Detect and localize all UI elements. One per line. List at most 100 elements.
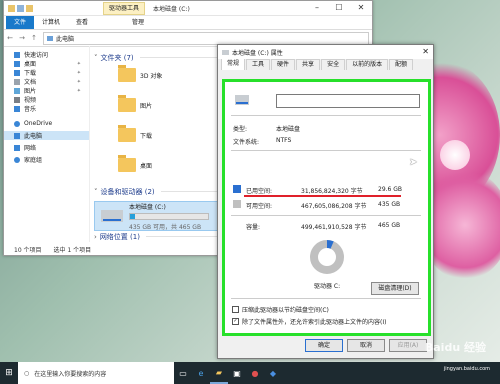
- sidebar-item-pictures[interactable]: 图片 ✦: [4, 86, 89, 95]
- explorer-title: 本地磁盘 (C:): [153, 5, 190, 13]
- drive-name-input[interactable]: [276, 94, 420, 108]
- download-icon: [14, 69, 20, 76]
- folder-icon: [118, 65, 136, 82]
- sidebar-item-label: 音乐: [24, 106, 37, 113]
- file-explorer-taskbar-icon[interactable]: ▰: [210, 362, 228, 384]
- drive-usage-bar: [129, 212, 209, 220]
- tab-general[interactable]: 常规: [221, 58, 246, 70]
- general-tab-panel: 类型: 本地磁盘 文件系统: NTFS 已用空间: 31,856,824,320…: [222, 79, 431, 336]
- tab-previous-versions[interactable]: 以前的版本: [346, 59, 389, 70]
- sidebar-item-homegroup[interactable]: 家庭组: [4, 155, 89, 164]
- divider: [231, 150, 421, 151]
- store-icon[interactable]: ▣: [228, 362, 246, 384]
- sidebar-item-documents[interactable]: 文档 ✦: [4, 77, 89, 86]
- address-text: 此电脑: [56, 35, 75, 43]
- used-space-gb: 29.6 GB: [378, 186, 403, 193]
- index-contents-checkbox[interactable]: ✓: [232, 318, 239, 325]
- filesystem-label: 文件系统:: [233, 139, 260, 146]
- app-icon[interactable]: ●: [246, 362, 264, 384]
- watermark-url: jingyan.baidu.com: [443, 366, 490, 372]
- folder-icon[interactable]: [8, 4, 15, 12]
- capacity-bytes: 499,461,910,528 字节: [301, 224, 367, 231]
- properties-icon[interactable]: [17, 4, 24, 12]
- back-arrow-icon[interactable]: ←: [4, 34, 16, 42]
- edge-browser-icon[interactable]: e: [192, 362, 210, 384]
- type-label: 类型:: [233, 126, 248, 133]
- folder-item-downloads[interactable]: 下载: [118, 125, 152, 142]
- close-icon[interactable]: ✕: [422, 45, 429, 59]
- used-space-bytes: 31,856,824,320 字节: [301, 188, 363, 195]
- filesystem-value: NTFS: [276, 137, 292, 144]
- pin-icon[interactable]: ✦: [77, 79, 81, 85]
- sidebar-item-label: 文档: [24, 79, 37, 86]
- tab-computer[interactable]: 计算机: [34, 16, 68, 29]
- sidebar-item-music[interactable]: 音乐: [4, 104, 89, 113]
- dialog-title-bar: 本地磁盘 (C:) 属性 ✕: [218, 45, 433, 59]
- ribbon-tabs: 文件 计算机 查看 管理: [4, 16, 372, 29]
- drive-letter-label: 驱动器 C:: [314, 283, 341, 290]
- tab-security[interactable]: 安全: [321, 59, 346, 70]
- disk-cleanup-button[interactable]: 磁盘清理(D): [371, 282, 419, 295]
- cancel-button[interactable]: 取消: [347, 339, 385, 352]
- tab-hardware[interactable]: 硬件: [271, 59, 296, 70]
- pin-icon[interactable]: ✦: [77, 61, 81, 67]
- sidebar-item-label: 桌面: [24, 61, 37, 68]
- sidebar-item-onedrive[interactable]: OneDrive: [4, 119, 89, 128]
- navigation-pane: 快速访问 桌面 ✦ 下载 ✦ 文档 ✦ 图片 ✦ 视频 音乐 OneDrive …: [4, 46, 90, 242]
- up-arrow-icon[interactable]: ↑: [28, 34, 40, 42]
- network-icon: [14, 144, 20, 151]
- type-value: 本地磁盘: [276, 126, 301, 133]
- tab-file[interactable]: 文件: [6, 16, 35, 29]
- homegroup-icon: [14, 156, 20, 163]
- address-bar[interactable]: 此电脑: [43, 31, 369, 45]
- used-space-label: 已用空间:: [246, 188, 273, 195]
- taskbar-search-box[interactable]: ○ 在这里输入你要搜索的内容: [18, 362, 174, 384]
- folder-item-pictures[interactable]: 图片: [118, 95, 153, 112]
- flower-center: [440, 140, 470, 170]
- compress-drive-checkbox[interactable]: [232, 306, 239, 313]
- divider: [231, 298, 421, 299]
- sidebar-item-quick-access[interactable]: 快速访问: [4, 50, 89, 59]
- sidebar-item-label: OneDrive: [24, 120, 53, 127]
- task-view-icon[interactable]: ▭: [174, 362, 192, 384]
- chevron-down-icon: ˅: [94, 187, 98, 196]
- sidebar-item-label: 家庭组: [24, 157, 43, 164]
- tab-manage[interactable]: 管理: [124, 16, 152, 29]
- sidebar-item-network[interactable]: 网络: [4, 143, 89, 152]
- sidebar-item-label: 网络: [24, 145, 37, 152]
- sidebar-item-desktop[interactable]: 桌面 ✦: [4, 59, 89, 68]
- folder-item-3d-objects[interactable]: 3D 对象: [118, 65, 162, 82]
- ok-button[interactable]: 确定: [305, 339, 343, 352]
- sidebar-item-downloads[interactable]: 下载 ✦: [4, 68, 89, 77]
- watermark-logo: Baidu 经验: [424, 341, 486, 354]
- folder-label: 桌面: [140, 162, 153, 170]
- minimize-icon[interactable]: –: [306, 1, 328, 15]
- windows-start-icon[interactable]: ⊞: [0, 362, 18, 384]
- close-icon[interactable]: ✕: [350, 1, 372, 15]
- free-space-label: 可用空间:: [246, 203, 273, 210]
- tab-view[interactable]: 查看: [68, 16, 96, 29]
- disk-usage-donut-chart: [310, 240, 344, 274]
- maximize-icon[interactable]: ☐: [328, 1, 350, 15]
- computer-icon: [47, 35, 53, 41]
- folder-label: 图片: [140, 102, 153, 110]
- pin-icon[interactable]: ✦: [77, 88, 81, 94]
- forward-arrow-icon[interactable]: →: [16, 34, 28, 42]
- new-folder-icon[interactable]: [26, 4, 33, 12]
- drive-item-c[interactable]: 本地磁盘 (C:) 435 GB 可用，共 465 GB: [94, 201, 221, 231]
- sidebar-item-this-pc[interactable]: 此电脑: [4, 131, 89, 140]
- tab-quota[interactable]: 配额: [389, 59, 414, 70]
- drive-name: 本地磁盘 (C:): [129, 203, 166, 211]
- window-controls: – ☐ ✕: [306, 1, 372, 15]
- app-icon[interactable]: ◆: [264, 362, 282, 384]
- tab-sharing[interactable]: 共享: [296, 59, 321, 70]
- folder-item-desktop[interactable]: 桌面: [118, 155, 153, 172]
- sidebar-item-videos[interactable]: 视频: [4, 95, 89, 104]
- pin-icon[interactable]: ✦: [77, 70, 81, 76]
- tab-tools[interactable]: 工具: [246, 59, 271, 70]
- sidebar-item-label: 图片: [24, 88, 37, 95]
- compress-drive-label: 压缩此驱动器以节约磁盘空间(C): [242, 307, 329, 314]
- apply-button[interactable]: 应用(A): [389, 339, 427, 352]
- hard-drive-icon: [222, 49, 229, 55]
- drive-tools-context-tab[interactable]: 驱动器工具: [103, 1, 146, 15]
